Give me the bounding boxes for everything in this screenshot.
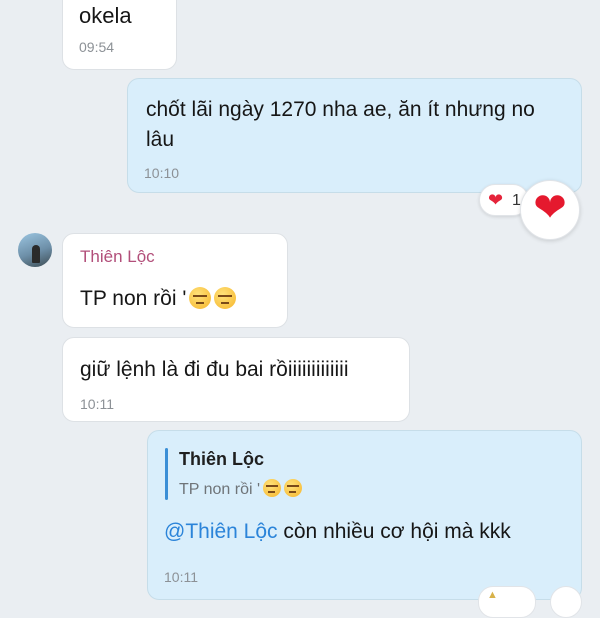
- message-bubble-chot-lai[interactable]: chốt lãi ngày 1270 nha ae, ăn ít nhưng n…: [127, 78, 582, 193]
- quote-bar: [165, 448, 168, 500]
- heart-reaction-button[interactable]: ❤: [520, 180, 580, 240]
- unamused-face-icon: [189, 287, 212, 309]
- message-text-content: TP non rồi ': [80, 287, 187, 310]
- message-time: 10:11: [80, 396, 114, 412]
- heart-icon: ❤: [488, 190, 504, 210]
- quoted-sender-name[interactable]: Thiên Lộc: [179, 449, 264, 470]
- message-bubble-okela[interactable]: okela 09:54: [62, 0, 177, 70]
- reaction-button-partial[interactable]: [550, 586, 582, 618]
- message-text: TP non rồi ': [80, 284, 237, 314]
- message-text-content: còn nhiều cơ hội mà kkk: [277, 520, 511, 543]
- heart-icon: ❤: [533, 186, 567, 230]
- unamused-face-icon: [284, 479, 303, 497]
- quoted-text-content: TP non rồi ': [179, 481, 261, 498]
- thumbs-up-icon: ▲: [487, 589, 498, 601]
- mention-link[interactable]: @Thiên Lộc: [164, 520, 278, 543]
- message-time: 10:11: [164, 569, 198, 585]
- message-time: 09:54: [79, 39, 115, 55]
- quoted-message-text[interactable]: TP non rồi ': [179, 479, 303, 499]
- reaction-pill-partial[interactable]: ▲: [478, 586, 536, 618]
- sender-name: Thiên Lộc: [80, 247, 155, 266]
- message-text: okela: [79, 3, 132, 28]
- avatar[interactable]: [18, 233, 52, 267]
- message-bubble-giu-lenh[interactable]: giữ lệnh là đi đu bai rồiiiiiiiiiiiii 10…: [62, 337, 410, 422]
- message-time: 10:10: [144, 165, 180, 181]
- unamused-face-icon: [263, 479, 282, 497]
- message-bubble-tp-non[interactable]: Thiên Lộc TP non rồi ': [62, 233, 288, 328]
- unamused-face-icon: [214, 287, 237, 309]
- message-text: @Thiên Lộc còn nhiều cơ hội mà kkk: [164, 517, 511, 547]
- message-text: chốt lãi ngày 1270 nha ae, ăn ít nhưng n…: [146, 98, 535, 151]
- message-text: giữ lệnh là đi đu bai rồiiiiiiiiiiiii: [80, 358, 349, 381]
